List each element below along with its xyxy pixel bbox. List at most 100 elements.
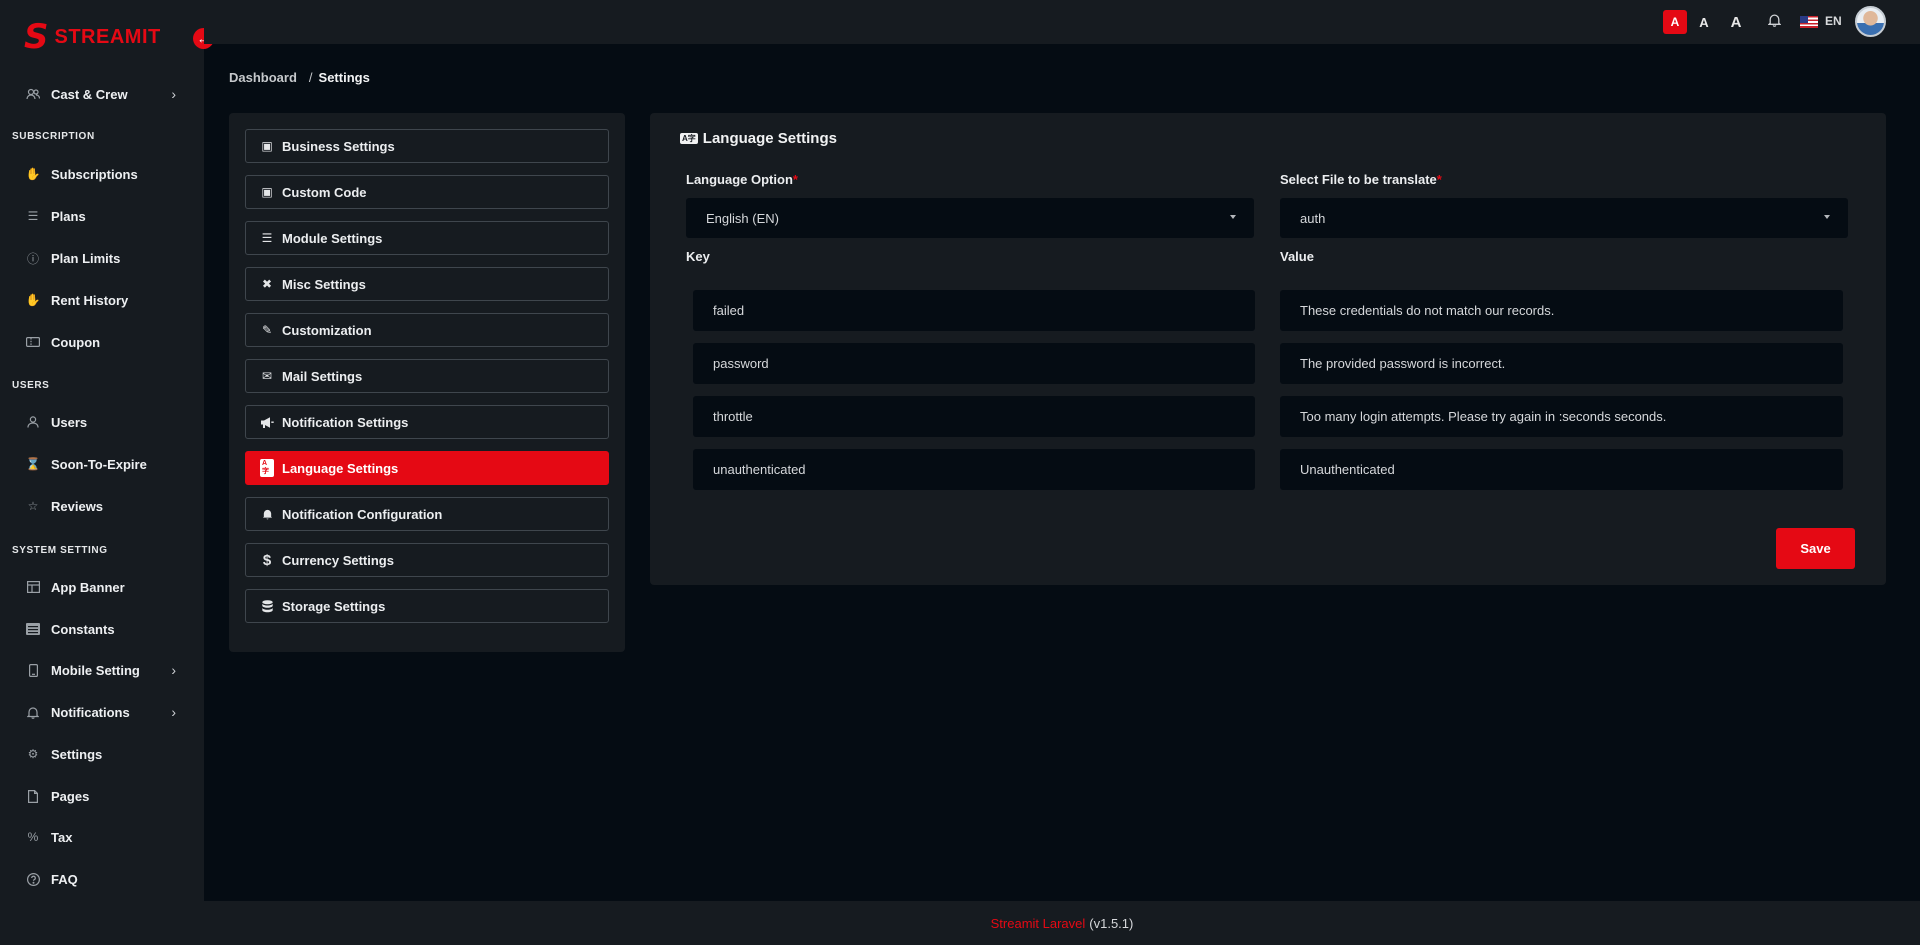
sidebar-item-constants[interactable]: Constants bbox=[0, 615, 204, 643]
brand-name: STREAMIT bbox=[54, 25, 161, 48]
sidebar-item-faq[interactable]: FAQ bbox=[0, 865, 204, 893]
ticket-icon bbox=[26, 335, 40, 349]
font-size-large-button[interactable]: A bbox=[1724, 10, 1748, 34]
sidebar-section-system-setting: SYSTEM SETTING bbox=[12, 545, 108, 556]
label-text: Select File to be translate bbox=[1280, 172, 1437, 187]
font-size-small-button[interactable]: A bbox=[1663, 10, 1687, 34]
breadcrumb-dashboard-link[interactable]: Dashboard bbox=[229, 70, 297, 85]
value-field[interactable]: These credentials do not match our recor… bbox=[1280, 290, 1843, 331]
sidebar-item-pages[interactable]: Pages bbox=[0, 782, 204, 810]
database-icon bbox=[260, 599, 274, 613]
footer-link[interactable]: Streamit Laravel bbox=[991, 916, 1086, 931]
sidebar-item-subscriptions[interactable]: ✋ Subscriptions bbox=[0, 160, 204, 188]
sidebar-item-app-banner[interactable]: App Banner bbox=[0, 573, 204, 601]
value-column-header: Value bbox=[1280, 249, 1314, 264]
sidebar-item-reviews[interactable]: ☆ Reviews bbox=[0, 492, 204, 520]
key-column-header: Key bbox=[686, 249, 710, 264]
caret-down-icon bbox=[1824, 215, 1830, 219]
breadcrumb: Dashboard / Settings bbox=[229, 70, 370, 85]
menu-business-settings[interactable]: ▣ Business Settings bbox=[245, 129, 609, 163]
layout-icon bbox=[26, 580, 40, 594]
brand-logo[interactable]: S STREAMIT bbox=[24, 17, 161, 57]
menu-notification-settings[interactable]: Notification Settings bbox=[245, 405, 609, 439]
language-selector[interactable]: EN bbox=[1825, 14, 1842, 28]
menu-notification-configuration[interactable]: Notification Configuration bbox=[245, 497, 609, 531]
logo-mark: S bbox=[24, 17, 49, 57]
sidebar-item-users[interactable]: Users bbox=[0, 408, 204, 436]
sidebar-item-label: Constants bbox=[51, 621, 115, 637]
menu-label: Mail Settings bbox=[282, 368, 363, 384]
paint-icon: ✎ bbox=[261, 323, 273, 337]
breadcrumb-current: Settings bbox=[318, 70, 370, 85]
sidebar-item-plan-limits[interactable]: ⓘ Plan Limits bbox=[0, 244, 204, 272]
sidebar-item-mobile-setting[interactable]: Mobile Setting › bbox=[0, 656, 204, 684]
footer: Streamit Laravel (v1.5.1) bbox=[204, 901, 1920, 945]
menu-mail-settings[interactable]: ✉ Mail Settings bbox=[245, 359, 609, 393]
language-option-label: Language Option* bbox=[686, 172, 798, 187]
menu-storage-settings[interactable]: Storage Settings bbox=[245, 589, 609, 623]
sidebar-item-tax[interactable]: % Tax bbox=[0, 823, 204, 851]
sidebar-item-soon-to-expire[interactable]: ⌛ Soon-To-Expire bbox=[0, 450, 204, 478]
sidebar-item-label: Subscriptions bbox=[51, 166, 138, 182]
footer-version: (v1.5.1) bbox=[1089, 915, 1134, 931]
menu-customization[interactable]: ✎ Customization bbox=[245, 313, 609, 347]
value-field[interactable]: Too many login attempts. Please try agai… bbox=[1280, 396, 1843, 437]
megaphone-icon bbox=[260, 416, 274, 428]
menu-custom-code[interactable]: ▣ Custom Code bbox=[245, 175, 609, 209]
chevron-right-icon: › bbox=[171, 86, 176, 102]
menu-label: Business Settings bbox=[282, 138, 395, 154]
label-text: Language Option bbox=[686, 172, 793, 187]
sidebar-item-label: Settings bbox=[51, 746, 103, 762]
user-icon bbox=[26, 415, 40, 429]
key-field[interactable]: password bbox=[693, 343, 1255, 384]
select-value: English (EN) bbox=[706, 210, 779, 226]
file-select[interactable]: auth bbox=[1280, 198, 1848, 238]
bell-icon[interactable] bbox=[1767, 13, 1782, 31]
font-size-medium-button[interactable]: A bbox=[1692, 10, 1716, 34]
info-icon: ⓘ bbox=[26, 251, 39, 266]
select-value: auth bbox=[1300, 210, 1326, 226]
menu-label: Notification Settings bbox=[282, 414, 409, 430]
menu-misc-settings[interactable]: ✖ Misc Settings bbox=[245, 267, 609, 301]
menu-label: Storage Settings bbox=[282, 598, 386, 614]
dollar-icon: $ bbox=[262, 551, 272, 569]
envelope-icon: ✉ bbox=[261, 369, 273, 383]
menu-label: Customization bbox=[282, 322, 372, 338]
sidebar-item-plans[interactable]: ☰ Plans bbox=[0, 202, 204, 230]
required-marker: * bbox=[1436, 172, 1442, 187]
menu-label: Custom Code bbox=[282, 184, 367, 200]
us-flag-icon[interactable] bbox=[1800, 16, 1818, 28]
avatar[interactable] bbox=[1855, 6, 1886, 37]
breadcrumb-separator: / bbox=[308, 70, 313, 85]
language-settings-panel: A字 Language Settings Language Option* En… bbox=[650, 113, 1886, 585]
menu-module-settings[interactable]: ☰ Module Settings bbox=[245, 221, 609, 255]
percent-icon: % bbox=[27, 830, 39, 844]
key-field[interactable]: failed bbox=[693, 290, 1255, 331]
menu-language-settings[interactable]: A字 Language Settings bbox=[245, 451, 609, 485]
caret-down-icon bbox=[1230, 215, 1236, 219]
menu-label: Language Settings bbox=[282, 460, 399, 476]
key-field[interactable]: unauthenticated bbox=[693, 449, 1255, 490]
language-option-select[interactable]: English (EN) bbox=[686, 198, 1254, 238]
menu-currency-settings[interactable]: $ Currency Settings bbox=[245, 543, 609, 577]
chevron-right-icon: › bbox=[171, 704, 176, 720]
sidebar-item-cast-crew[interactable]: Cast & Crew › bbox=[0, 80, 204, 108]
sidebar-item-label: Soon-To-Expire bbox=[51, 456, 147, 472]
sidebar-item-label: Mobile Setting bbox=[51, 662, 140, 678]
value-field[interactable]: Unauthenticated bbox=[1280, 449, 1843, 490]
hand-icon: ✋ bbox=[25, 293, 41, 307]
gear-icon: ⚙ bbox=[27, 747, 39, 761]
value-field[interactable]: The provided password is incorrect. bbox=[1280, 343, 1843, 384]
sidebar-item-coupon[interactable]: Coupon bbox=[0, 328, 204, 356]
key-field[interactable]: throttle bbox=[693, 396, 1255, 437]
sidebar-item-settings[interactable]: ⚙ Settings bbox=[0, 740, 204, 768]
sidebar-item-label: Pages bbox=[51, 788, 90, 804]
sidebar-item-rent-history[interactable]: ✋ Rent History bbox=[0, 286, 204, 314]
hand-icon: ✋ bbox=[25, 167, 41, 181]
settings-menu: ▣ Business Settings ▣ Custom Code ☰ Modu… bbox=[229, 113, 625, 652]
menu-label: Misc Settings bbox=[282, 276, 366, 292]
bell-icon bbox=[260, 508, 274, 520]
save-button[interactable]: Save bbox=[1776, 528, 1855, 569]
sidebar-item-notifications[interactable]: Notifications › bbox=[0, 698, 204, 726]
star-icon: ☆ bbox=[27, 499, 39, 513]
